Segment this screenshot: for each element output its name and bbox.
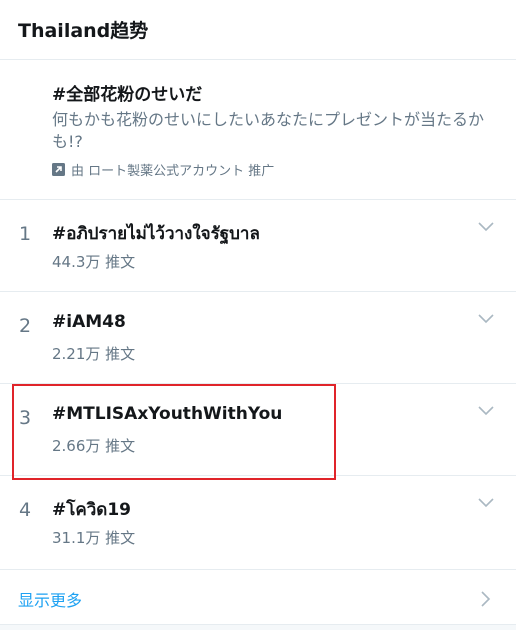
chevron-down-icon[interactable] bbox=[478, 498, 494, 508]
chevron-down-icon[interactable] bbox=[478, 406, 494, 416]
trend-item-1[interactable]: 1 #อภิปรายไม่ไว้วางใจรัฐบาล 44.3万 推文 bbox=[0, 200, 516, 292]
chevron-down-icon[interactable] bbox=[478, 222, 494, 232]
trend-tweet-count: 44.3万 推文 bbox=[52, 253, 136, 271]
trend-item-2[interactable]: 2 #iAM48 2.21万 推文 bbox=[0, 292, 516, 384]
trend-item-3[interactable]: 3 #MTLISAxYouthWithYou 2.66万 推文 bbox=[0, 384, 516, 476]
trends-title: Thailand趋势 bbox=[18, 20, 149, 42]
promoted-by-text: 由 ロート製薬公式アカウント 推广 bbox=[71, 163, 275, 179]
promoted-trend-title[interactable]: #全部花粉のせいだ bbox=[52, 80, 202, 105]
show-more-label[interactable]: 显示更多 bbox=[18, 587, 82, 611]
trend-rank: 3 bbox=[19, 407, 32, 429]
trend-name[interactable]: #iAM48 bbox=[52, 312, 126, 332]
promoted-by-row: 由 ロート製薬公式アカウント 推广 bbox=[52, 160, 275, 179]
trend-name[interactable]: #อภิปรายไม่ไว้วางใจรัฐบาล bbox=[52, 220, 260, 247]
promoted-arrow-icon bbox=[52, 162, 65, 176]
trends-panel: Thailand趋势 #全部花粉のせいだ 何もかも花粉のせいにしたいあなたにプレ… bbox=[0, 0, 516, 630]
chevron-down-icon[interactable] bbox=[478, 314, 494, 324]
promoted-trend[interactable]: #全部花粉のせいだ 何もかも花粉のせいにしたいあなたにプレゼントが当たるかも!?… bbox=[0, 60, 516, 200]
trend-rank: 1 bbox=[19, 223, 32, 245]
trend-rank: 4 bbox=[19, 499, 32, 521]
trend-tweet-count: 2.21万 推文 bbox=[52, 345, 136, 363]
trend-rank: 2 bbox=[19, 315, 32, 337]
trend-tweet-count: 2.66万 推文 bbox=[52, 437, 136, 455]
trends-header: Thailand趋势 bbox=[0, 0, 516, 60]
show-more-button[interactable]: 显示更多 bbox=[0, 570, 516, 624]
trend-item-4[interactable]: 4 #โควิด19 31.1万 推文 bbox=[0, 476, 516, 570]
trends-card: Thailand趋势 #全部花粉のせいだ 何もかも花粉のせいにしたいあなたにプレ… bbox=[0, 0, 516, 625]
chevron-right-icon bbox=[481, 591, 491, 607]
trend-name[interactable]: #โควิด19 bbox=[52, 496, 131, 523]
trend-tweet-count: 31.1万 推文 bbox=[52, 529, 136, 547]
promoted-trend-description: 何もかも花粉のせいにしたいあなたにプレゼントが当たるかも!? bbox=[52, 110, 485, 151]
trend-name[interactable]: #MTLISAxYouthWithYou bbox=[52, 404, 282, 424]
